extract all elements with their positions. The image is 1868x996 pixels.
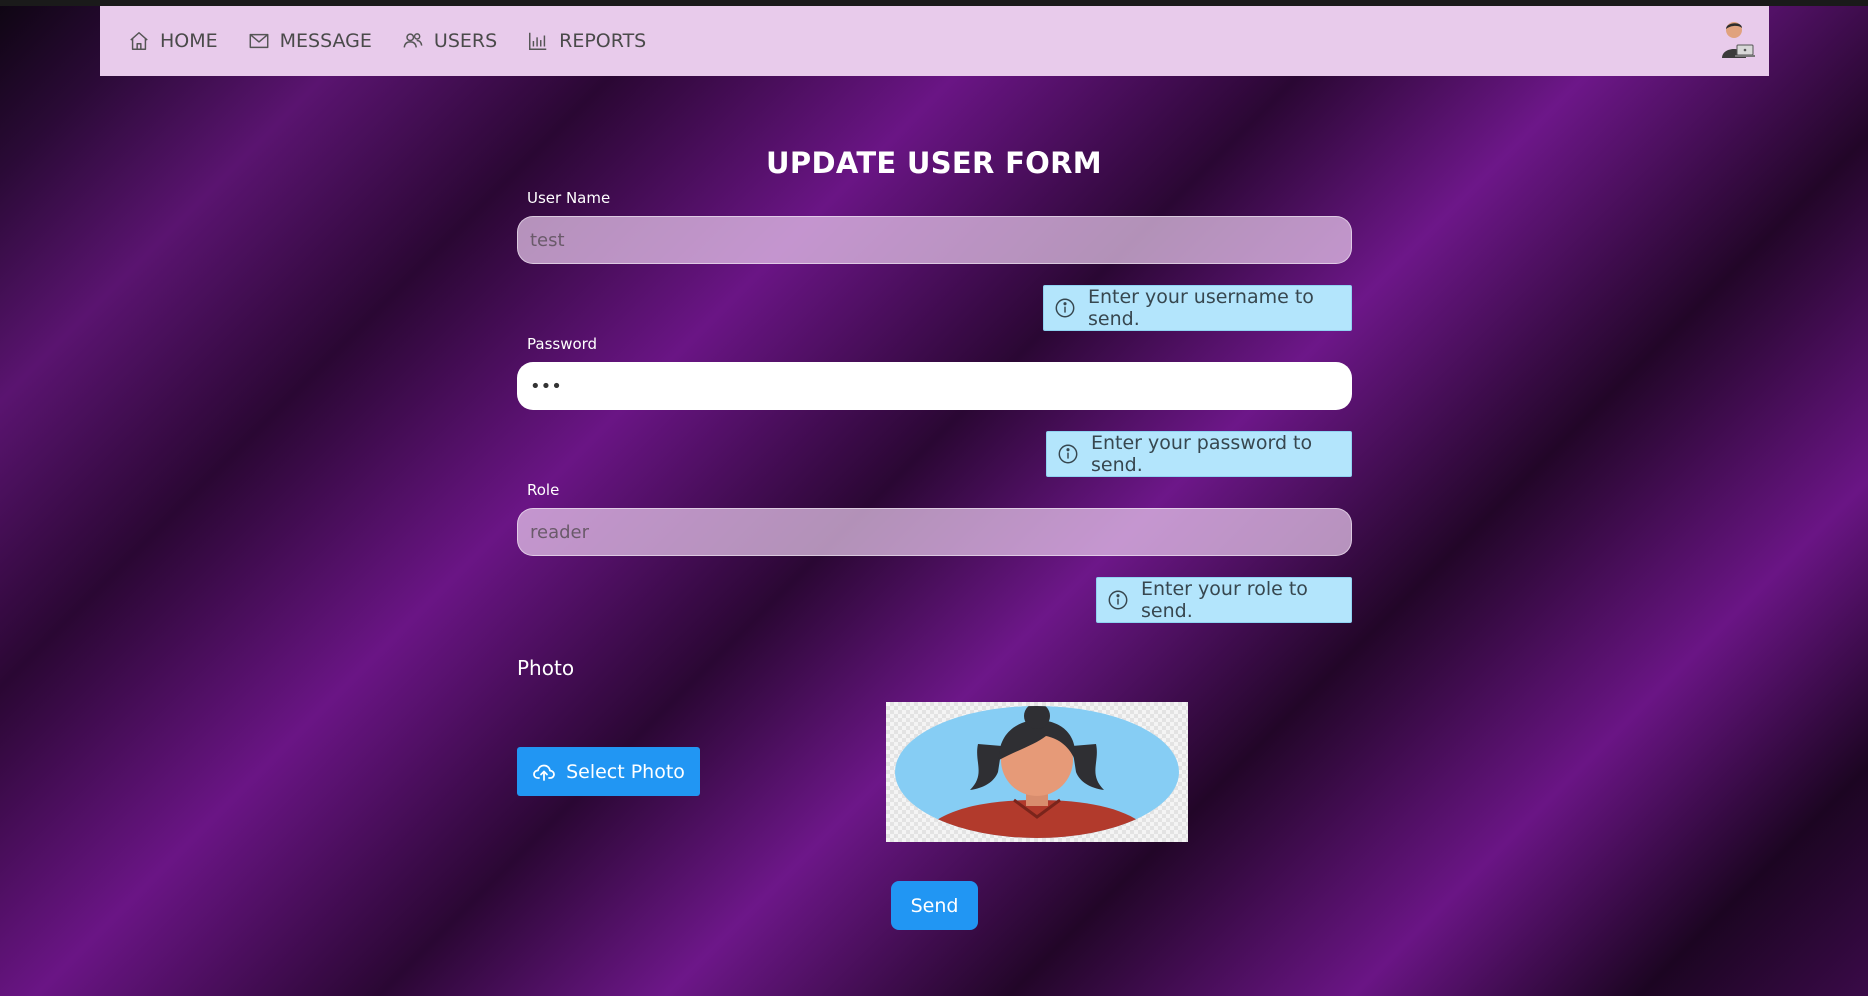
username-label: User Name — [527, 189, 611, 207]
nav-item-message[interactable]: MESSAGE — [248, 30, 372, 52]
form-title: UPDATE USER FORM — [766, 146, 1102, 180]
nav-item-home-label: HOME — [160, 30, 218, 52]
photo-label: Photo — [517, 656, 575, 680]
password-label: Password — [527, 335, 598, 353]
photo-preview — [886, 702, 1188, 842]
nav-item-users-label: USERS — [433, 30, 498, 52]
nav-item-reports[interactable]: REPORTS — [527, 30, 646, 52]
role-label: Role — [527, 481, 560, 499]
info-icon — [1107, 589, 1129, 611]
top-navbar: HOME MESSAGE USERS REPORTS — [100, 6, 1769, 76]
cloud-upload-icon — [532, 760, 556, 784]
info-icon — [1054, 297, 1076, 319]
home-icon — [128, 30, 150, 52]
woman-avatar-image — [895, 706, 1179, 838]
info-icon — [1057, 443, 1079, 465]
username-hint: Enter your username to send. — [1043, 285, 1352, 331]
nav-item-message-label: MESSAGE — [279, 30, 372, 52]
password-hint: Enter your password to send. — [1046, 431, 1352, 477]
role-hint: Enter your role to send. — [1096, 577, 1352, 623]
send-button[interactable]: Send — [891, 881, 978, 930]
password-hint-text: Enter your password to send. — [1091, 432, 1313, 476]
username-input[interactable] — [517, 216, 1352, 264]
users-icon — [402, 30, 424, 52]
envelope-icon — [248, 30, 270, 52]
select-photo-button[interactable]: Select Photo — [517, 747, 700, 796]
username-hint-text: Enter your username to send. — [1088, 286, 1314, 330]
nav-item-home[interactable]: HOME — [128, 30, 218, 52]
bar-chart-icon — [527, 30, 549, 52]
role-input[interactable] — [517, 508, 1352, 556]
password-input[interactable] — [517, 362, 1352, 410]
user-avatar-icon[interactable] — [1717, 18, 1757, 62]
select-photo-label: Select Photo — [566, 760, 685, 783]
role-hint-text: Enter your role to send. — [1141, 578, 1308, 622]
nav-item-reports-label: REPORTS — [559, 30, 647, 52]
nav-item-users[interactable]: USERS — [402, 30, 497, 52]
